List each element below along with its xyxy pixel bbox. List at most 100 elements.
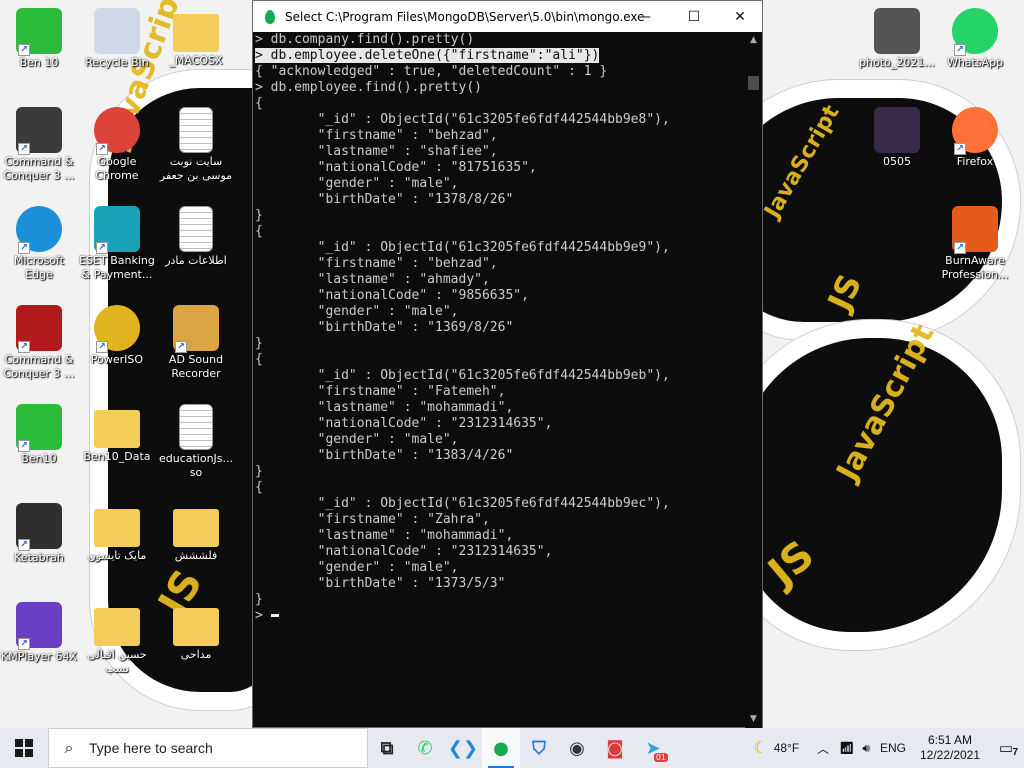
shortcut-arrow-icon: ↗ [18,143,30,155]
console-line-text: "lastname" : "mohammadi", [255,528,514,543]
desktop-icon[interactable]: Recycle Bin [78,8,156,70]
desktop-icon[interactable]: ↗ Ben 10 [0,8,78,70]
start-button[interactable] [0,728,48,768]
console-line: } [255,464,747,480]
folder-icon [173,14,219,52]
desktop-icon-label: Ben10_Data [83,450,151,463]
minimize-button[interactable]: — [621,1,667,32]
console-line-text: "firstname" : "behzad", [255,128,498,143]
task-view-icon[interactable]: ⧉ [368,728,406,768]
telegram-icon[interactable]: ➤ 01 [634,728,672,768]
text-file-icon [179,404,213,450]
vscode-icon[interactable]: ❮❯ [444,728,482,768]
console-scrollbar[interactable]: ▲ ▼ [745,32,762,728]
desktop-icon[interactable]: ↗ WhatsApp [936,8,1014,70]
desktop-icon[interactable]: ↗ Ben10 [0,404,78,466]
taskbar-search-box[interactable]: ⌕ Type here to search [48,728,368,768]
desktop-icon-label: AD Sound Recorder [168,353,224,380]
console-line-text: "birthDate" : "1373/5/3" [255,576,506,591]
mongodb-glyph: ● [493,737,509,759]
shortcut-arrow-icon: ↗ [18,539,30,551]
scroll-thumb[interactable] [748,76,759,90]
obs-icon[interactable]: ◉ [558,728,596,768]
console-line-text: "gender" : "male", [255,560,459,575]
desktop-icon-label: 0505 [883,155,911,168]
desktop-icon[interactable]: ↗ Command & Conquer 3 ... [0,107,78,183]
network-icon[interactable]: 📶︎ [839,741,854,755]
scroll-up-arrow-icon[interactable]: ▲ [745,32,762,49]
desktop-icon-label: photo_2021... [859,56,935,69]
desktop-icon[interactable]: حسین اقبالی نسب [78,602,156,676]
console-line-text: "nationalCode" : "2312314635", [255,544,553,559]
maximize-button[interactable]: ☐ [671,1,717,32]
console-line-text: "_id" : ObjectId("61c3205fe6fdf442544bb9… [255,368,670,383]
console-line-text: { "acknowledged" : true, "deletedCount" … [255,64,608,79]
shortcut-arrow-icon: ↗ [954,143,966,155]
desktop-icon[interactable]: فلششش [157,503,235,563]
show-hidden-icons-icon[interactable]: ︿ [817,740,829,757]
desktop-icon[interactable]: ↗ KMPlayer 64X [0,602,78,664]
console-line: } [255,336,747,352]
console-line: "gender" : "male", [255,560,747,576]
desktop-icon[interactable]: ↗ Ketabrah [0,503,78,565]
screen-recorder-glyph: ◙ [606,737,624,759]
console-line: { "acknowledged" : true, "deletedCount" … [255,64,747,80]
close-button[interactable]: ✕ [717,1,763,32]
desktop-icon[interactable]: مداحی [157,602,235,662]
desktop-icon[interactable]: photo_2021... [858,8,936,70]
desktop-icon[interactable]: educationJs... so [157,404,235,480]
console-line-text: "_id" : ObjectId("61c3205fe6fdf442544bb9… [255,112,670,127]
brave-icon[interactable]: ⛉ [520,728,558,768]
desktop-icon[interactable]: ↗ BurnAware Profession... [936,206,1014,282]
desktop-icon[interactable]: مایک تایسون [78,503,156,563]
desktop-icon[interactable]: ↗ PowerISO [78,305,156,367]
desktop-icon-label: مداحی [180,648,212,661]
desktop-icon[interactable]: ↗ Firefox [936,107,1014,169]
desktop-icon[interactable]: ↗ AD Sound Recorder [157,305,235,381]
desktop-icon[interactable]: سایت نوبت موسی بن جعفر [157,107,235,183]
ketabrah-icon: ↗ [16,503,62,551]
whatsapp-glyph: ✆ [417,737,433,759]
weather-icon[interactable]: ☾ [753,738,767,758]
clock[interactable]: 6:51 AM 12/22/2021 [912,733,988,763]
mongodb-icon[interactable]: ● [482,728,520,768]
folder-icon [94,410,140,448]
console-output[interactable]: > db.company.find().pretty() > db.employe… [253,32,747,728]
system-tray: ☾ 48°F ︿ 📶︎ 🔊︎ ENG 6:51 AM 12/22/2021 ▭ 7 [753,728,1024,768]
mongo-console-window[interactable]: Select C:\Program Files\MongoDB\Server\5… [252,0,763,728]
notification-center-icon[interactable]: ▭ 7 [988,739,1024,758]
desktop-icon[interactable]: ↗ Google Chrome [78,107,156,183]
mongodb-leaf-icon [265,9,275,24]
desktop-icon[interactable]: Ben10_Data [78,404,156,464]
console-line: "birthDate" : "1378/8/26" [255,192,747,208]
shortcut-arrow-icon: ↗ [96,143,108,155]
console-line: "nationalCode" : "81751635", [255,160,747,176]
console-line-text: "firstname" : "Zahra", [255,512,490,527]
volume-icon[interactable]: 🔊︎ [862,741,870,756]
console-line: "gender" : "male", [255,176,747,192]
console-cursor [270,614,279,617]
desktop-icon-label: Ben 10 [19,56,59,69]
desktop-icon-label: educationJs... so [158,452,234,479]
console-titlebar[interactable]: Select C:\Program Files\MongoDB\Server\5… [253,1,762,32]
recycle-bin-icon [94,8,140,54]
screen-recorder-icon[interactable]: ◙ [596,728,634,768]
desktop-icon-label: Google Chrome [95,155,139,182]
scroll-down-arrow-icon[interactable]: ▼ [745,711,762,728]
desktop-icon[interactable]: ↗ Command & Conquer 3 ... [0,305,78,381]
desktop-icon[interactable]: اطلاعات مادر [157,206,235,268]
text-file-icon [179,206,213,252]
console-line: } [255,208,747,224]
console-line-text: "_id" : ObjectId("61c3205fe6fdf442544bb9… [255,240,670,255]
desktop-icon[interactable]: ↗ ESET Banking & Payment... [78,206,156,282]
desktop-icon[interactable]: 0505 [858,107,936,169]
console-line-text: } [255,208,263,223]
whatsapp-icon[interactable]: ✆ [406,728,444,768]
desktop-icon[interactable]: ↗ Microsoft Edge [0,206,78,282]
console-line: "birthDate" : "1373/5/3" [255,576,747,592]
desktop-icon[interactable]: _MACOSX [157,8,235,68]
language-indicator[interactable]: ENG [880,741,906,755]
desktop-icon-label: Ketabrah [14,551,64,564]
desktop-icon-label: ESET Banking & Payment... [79,254,155,281]
weather-temp[interactable]: 48°F [774,741,799,755]
